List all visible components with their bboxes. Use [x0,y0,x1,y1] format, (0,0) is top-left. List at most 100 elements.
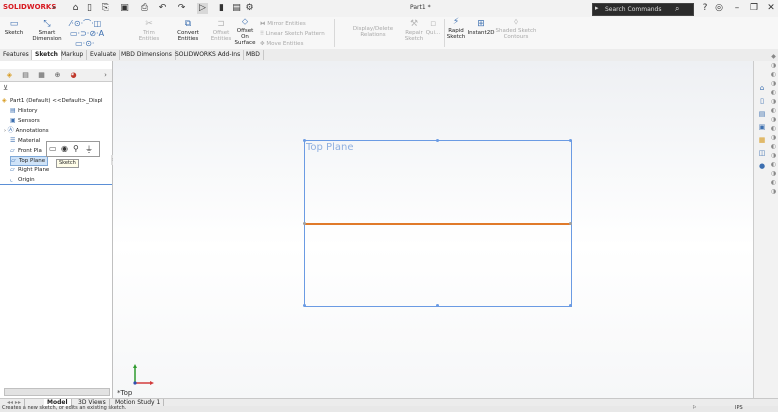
tree-item-right-plane[interactable]: ▱ Right Plane [10,166,49,174]
resources-icon[interactable]: ▯ [757,96,767,106]
tab-mbd[interactable]: MBD [243,50,264,60]
tree-item-origin[interactable]: ⌞ Origin [10,176,35,184]
feature-manager-tab-icon[interactable]: ◈ [4,70,15,80]
tab-markup[interactable]: Markup [58,50,88,60]
point-tools-icon[interactable]: ▭·⊙· [70,39,132,49]
options-gear-icon[interactable]: ⚙ [244,3,255,14]
undo-icon[interactable]: ↶ [157,3,168,14]
plane-label: Top Plane [306,142,354,153]
tree-item-front-plane[interactable]: ▱ Front Pla [10,147,42,155]
view-palette-icon[interactable]: ▦ [757,135,767,145]
plane-handle[interactable] [436,304,439,307]
units-indicator[interactable]: IPS [735,405,743,411]
filter-icon[interactable]: ⊻ [3,84,8,92]
property-manager-tab-icon[interactable]: ▤ [20,70,31,80]
plane-handle[interactable] [436,139,439,142]
plane-handle[interactable] [569,304,572,307]
display-delete-relations-button[interactable]: Display/Delete Relations [342,26,404,38]
move-entities-button[interactable]: ✥ Move Entities [260,39,330,49]
sketch-context-icon[interactable]: ▭ [49,144,57,153]
search-input[interactable]: Search Commands [605,6,661,13]
tree-item-material[interactable]: ☰ Material [10,137,40,145]
repair-sketch-button[interactable]: ⚒ Repair Sketch [404,20,424,43]
rollback-bar[interactable] [0,184,112,185]
convert-entities-button[interactable]: ⧉ Convert Entities [166,20,210,43]
select-icon[interactable]: ▷ [197,3,208,14]
graphics-area[interactable]: Top Plane *Top [113,61,753,398]
restore-icon[interactable]: ❐ [747,3,761,14]
plane-handle[interactable] [303,304,306,307]
shaded-sketch-contours-button[interactable]: ⬨ Shaded Sketch Contours [495,17,537,41]
new-document-icon[interactable]: ▯ [84,3,95,14]
tree-item-top-plane[interactable]: ▱ Top Plane [10,156,49,166]
more-tabs-icon[interactable]: › [100,70,111,80]
rapid-sketch-icon: ⚡ [452,17,460,27]
print-icon[interactable]: ⎙ [139,3,150,14]
sketch-entities-group[interactable]: ⁄·⊙·⌒·◫ ▭·⊃·⊘·A ▭·⊙· [70,19,132,49]
search-icon[interactable]: ⌕ [675,4,679,14]
offset-on-surface-button[interactable]: ⬦ Offset On Surface [232,18,258,47]
tree-root-part[interactable]: ◈ Part1 (Default) <<Default>_Displ [2,97,103,105]
trim-entities-button[interactable]: ✂ Trim Entities [132,20,166,43]
tree-item-history[interactable]: ▤ History [10,107,38,115]
search-commands-box[interactable]: ▸ Search Commands ⌕ [592,3,694,16]
solidworks-logo[interactable]: SOLIDWORKS [3,3,56,11]
linear-sketch-pattern-button[interactable]: ⠿ Linear Sketch Pattern [260,29,330,39]
plane-handle[interactable] [303,139,306,142]
custom-properties-icon[interactable]: ● [757,161,767,171]
display-manager-tab-icon[interactable]: ◕ [68,70,79,80]
tree-item-sensors[interactable]: ▣ Sensors [10,117,40,125]
offset-entities-button[interactable]: ⊐ Offset Entities [210,20,232,43]
tab-evaluate[interactable]: Evaluate [87,50,121,60]
quick-snaps-button[interactable]: ▫ Qui... [425,20,441,37]
tab-mbd-dimensions[interactable]: MBD Dimensions [118,50,176,60]
configuration-manager-tab-icon[interactable]: ▦ [36,70,47,80]
origin-icon: ⌞ [10,176,13,183]
dimxpert-manager-tab-icon[interactable]: ⊕ [52,70,63,80]
tab-features[interactable]: Features [0,50,33,60]
sketch-button[interactable]: ▭ Sketch [4,19,24,37]
normal-to-icon[interactable]: ⚲ [73,144,79,153]
close-icon[interactable]: ✕ [764,3,778,14]
design-library-icon[interactable]: ▤ [757,109,767,119]
menu-arrow-icon[interactable]: ▸ [53,4,56,11]
feature-manager-panel: ◈ ▤ ▦ ⊕ ◕ › ⊻ ◈ Part1 (Default) <<Default… [0,61,113,398]
search-scope-icon: ▸ [595,4,599,12]
line-tools-icon[interactable]: ⁄·⊙·⌒·◫ [70,19,132,29]
plane-handle[interactable] [303,222,306,225]
rebuild-status-icon[interactable]: ⚐ [692,405,696,411]
plane-icon: ▱ [10,147,15,154]
home-icon[interactable]: ⌂ [757,83,767,93]
plane-handle[interactable] [569,139,572,142]
user-icon[interactable]: ◎ [712,3,726,14]
plane-handle[interactable] [569,222,572,225]
shaded-sketch-icon: ⬨ [513,17,519,27]
rapid-sketch-button[interactable]: ⚡ Rapid Sketch [446,17,466,41]
tab-solidworks-add-ins[interactable]: SOLIDWORKS Add-Ins [172,50,245,60]
home-icon[interactable]: ⌂ [70,3,81,14]
smart-dimension-button[interactable]: ⤡ Smart Dimension [24,20,70,43]
appearances-icon[interactable]: ◫ [757,148,767,158]
instant2d-button[interactable]: ⊞ Instant2D [467,20,495,37]
rebuild-icon[interactable]: ▮ [216,3,227,14]
save-icon[interactable]: ▣ [119,3,130,14]
help-icon[interactable]: ? [698,3,712,14]
sketch-icon: ▭ [9,19,19,29]
horizontal-scrollbar[interactable] [4,388,110,396]
selected-plane-edge[interactable] [304,223,571,225]
minimize-icon[interactable]: – [730,3,744,14]
edit-feature-icon[interactable]: ⏚ [85,144,93,155]
plane-icon: ▱ [11,157,16,164]
context-toolbar: ▭ ◉ ⚲ ⏚ [46,141,100,157]
file-explorer-icon[interactable]: ▣ [757,122,767,132]
mirror-entities-button[interactable]: ⧓ Mirror Entities [260,19,330,29]
file-properties-icon[interactable]: ▤ [231,3,242,14]
show-hide-eye-icon[interactable]: ◉ [61,144,68,153]
annotations-icon: Ⓐ [7,127,14,134]
document-title: Part1 * [410,4,431,11]
open-icon[interactable]: ⎘ [100,3,111,14]
status-message: Creates a new sketch, or edits an existi… [2,405,127,411]
tree-item-annotations[interactable]: › Ⓐ Annotations [4,127,49,135]
redo-icon[interactable]: ↷ [176,3,187,14]
rectangle-tools-icon[interactable]: ▭·⊃·⊘·A [70,29,132,39]
